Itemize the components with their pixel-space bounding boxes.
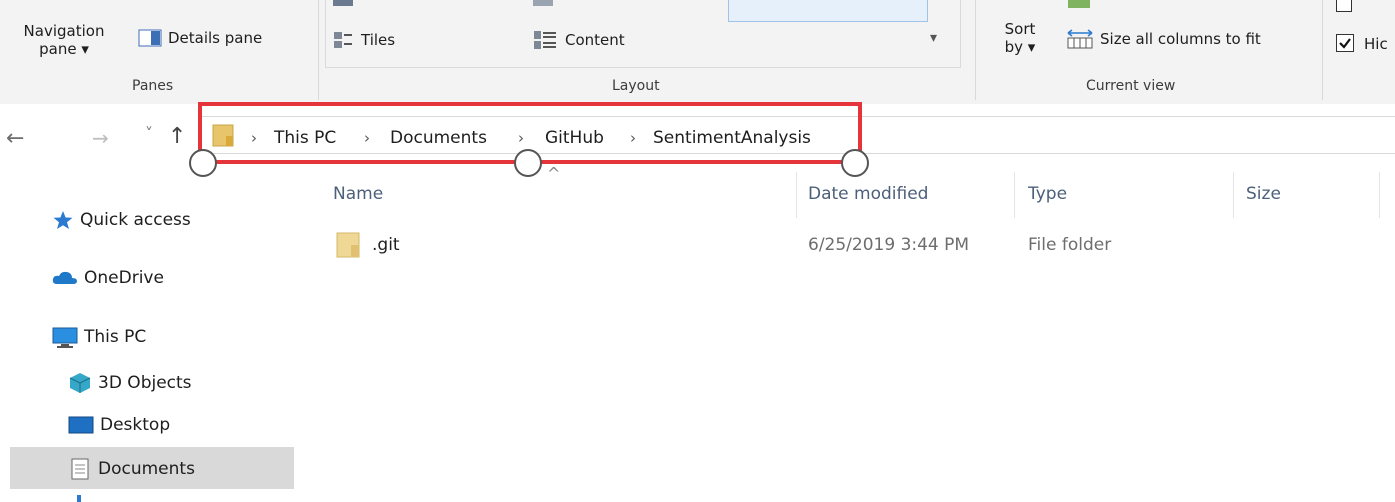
column-header-date-modified[interactable]: Date modified [808,184,928,204]
sort-by-button[interactable]: Sort by ▾ [996,20,1044,56]
sidebar-item-label: 3D Objects [98,373,192,393]
layout-more-dropdown[interactable]: ▾ [930,30,937,46]
content-option[interactable]: Content [533,30,625,50]
desktop-icon [68,416,94,434]
recent-locations-button[interactable]: ˅ [145,126,153,142]
column-divider[interactable] [1379,172,1380,218]
sidebar-item-label: This PC [84,327,147,347]
panes-group-label: Panes [132,78,174,94]
resize-handle[interactable] [514,149,542,177]
folder-icon [336,232,360,258]
group-divider [318,0,319,100]
sidebar-item-label: Quick access [80,210,191,230]
column-header-name[interactable]: Name [333,184,383,204]
column-divider[interactable] [1233,172,1234,218]
content-label: Content [565,31,625,49]
hidden-items-checkbox[interactable] [1336,34,1354,52]
star-icon [53,211,73,229]
sidebar-item-label: Documents [98,459,195,479]
details-pane-icon [138,29,162,47]
up-button[interactable]: ↑ [168,126,186,148]
sidebar-item-desktop[interactable]: Desktop [68,414,170,436]
column-divider[interactable] [1014,172,1015,218]
column-header-type[interactable]: Type [1028,184,1067,204]
sidebar-item-this-pc[interactable]: This PC [52,326,146,348]
sort-by-label-1: Sort [1004,20,1036,38]
sort-by-label-2: by ▾ [1004,38,1036,56]
layout-group-label: Layout [612,78,660,94]
checkmark-icon [1339,38,1351,49]
navigation-pane-label-2: pane ▾ [39,40,89,58]
sidebar-item-label: Desktop [100,415,171,435]
forward-button[interactable]: → [92,128,109,148]
sidebar-item-3d-objects[interactable]: 3D Objects [68,371,192,395]
sidebar-item-onedrive[interactable]: OneDrive [52,268,164,288]
navigation-pane-label-1: Navigation [23,22,105,40]
navigation-pane-button[interactable]: Navigation pane ▾ [8,22,120,58]
sidebar-item-quick-access[interactable]: Quick access [52,209,191,231]
add-columns-icon [1068,0,1090,8]
music-icon [77,495,81,502]
file-date-modified: 6/25/2019 3:44 PM [808,235,970,255]
group-divider [1322,0,1323,100]
sort-ascending-icon: ^ [547,164,561,183]
file-name: .git [372,235,400,255]
hidden-items-label: Hic [1364,35,1388,53]
content-icon [534,31,556,49]
details-pane-button[interactable]: Details pane [138,28,262,48]
resize-handle[interactable] [841,149,869,177]
item-checkbox-checkbox[interactable] [1336,0,1352,12]
column-divider[interactable] [796,172,797,218]
cube-icon [69,373,91,393]
cloud-icon [52,271,77,284]
sidebar-item-documents[interactable]: Documents [68,457,195,481]
ribbon: Navigation pane ▾ Details pane Panes Til… [0,0,1395,105]
documents-icon [71,458,89,480]
size-all-columns-button[interactable]: Size all columns to fit [1066,28,1261,50]
tiles-label: Tiles [361,31,396,49]
sidebar-item-label: OneDrive [84,268,164,288]
size-all-columns-label: Size all columns to fit [1100,30,1261,48]
size-columns-icon [1067,29,1093,49]
resize-handle[interactable] [189,149,217,177]
back-button[interactable]: ← [6,128,24,150]
column-header-size[interactable]: Size [1246,184,1281,204]
layout-gallery-frame [325,0,961,68]
details-pane-label: Details pane [168,29,263,47]
tiles-option[interactable]: Tiles [333,30,395,50]
group-divider [975,0,976,100]
computer-icon [52,327,78,348]
tiles-icon [334,32,352,48]
file-type: File folder [1028,235,1112,255]
current-view-group-label: Current view [1086,78,1176,94]
